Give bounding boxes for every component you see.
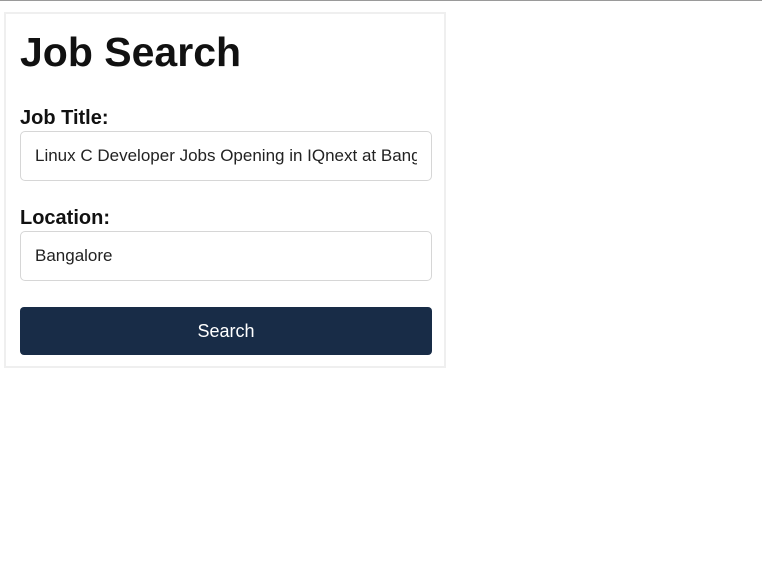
- window-top-border: [0, 0, 762, 1]
- location-input[interactable]: [20, 231, 432, 281]
- search-button[interactable]: Search: [20, 307, 432, 355]
- page-title: Job Search: [20, 29, 242, 75]
- job-search-form: Job Search Job Title: Location: Search: [4, 12, 446, 368]
- job-title-input[interactable]: [20, 131, 432, 181]
- location-label: Location:: [20, 207, 110, 229]
- job-title-label: Job Title:: [20, 107, 109, 129]
